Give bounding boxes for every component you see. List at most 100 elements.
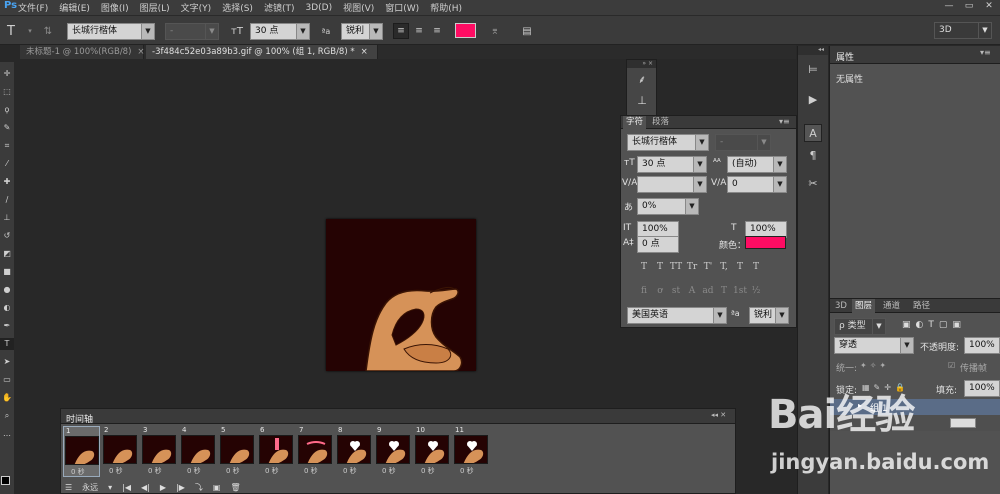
char-color-swatch[interactable] xyxy=(745,236,786,249)
timeline-frame[interactable]: 2 0 秒 xyxy=(102,426,139,477)
tab-gif-document[interactable]: -3f484c52e03a89b3.gif @ 100% (组 1, RGB/8… xyxy=(146,45,378,59)
tab-3d[interactable]: 3D xyxy=(832,299,850,313)
text-color-swatch[interactable] xyxy=(455,23,476,38)
char-language-select[interactable]: 美国英语 ▼ xyxy=(627,307,727,324)
contextual-alternates-button[interactable]: st xyxy=(668,286,684,296)
timeline-frame[interactable]: 1 0 秒 xyxy=(63,426,100,477)
panel-menu-icon[interactable]: ▾≡ xyxy=(980,48,991,57)
propagate-checkbox[interactable]: ☑ xyxy=(948,361,955,370)
eyedropper-tool-icon[interactable]: ⁄ xyxy=(0,158,14,170)
frame-delay[interactable]: 0 秒 xyxy=(343,466,357,476)
timeline-frame[interactable]: 8 0 秒 xyxy=(336,426,373,477)
frame-delay[interactable]: 0 秒 xyxy=(187,466,201,476)
char-tracking-select[interactable]: 0 ▼ xyxy=(727,176,787,193)
tab-layers[interactable]: 图层 xyxy=(852,299,876,313)
restore-button[interactable]: ▭ xyxy=(962,0,976,12)
tab-paths[interactable]: 路径 xyxy=(910,299,933,313)
document-image[interactable] xyxy=(326,219,476,371)
frame-delay[interactable]: 0 秒 xyxy=(460,466,474,476)
underline-button[interactable]: T xyxy=(732,262,748,272)
ordinals-button[interactable]: 1st xyxy=(732,286,748,296)
small-caps-button[interactable]: Tr xyxy=(684,262,700,272)
frame-delay[interactable]: 0 秒 xyxy=(148,466,162,476)
frame-delay[interactable]: 0 秒 xyxy=(109,466,123,476)
move-tool-icon[interactable]: ✛ xyxy=(0,68,14,80)
loop-arrow-icon[interactable]: ▾ xyxy=(108,483,112,492)
tween-button[interactable]: ⤵ xyxy=(195,482,203,493)
timeline-frame[interactable]: 9 0 秒 xyxy=(375,426,412,477)
superscript-button[interactable]: T' xyxy=(700,262,716,272)
swash-button[interactable]: A xyxy=(684,286,700,296)
subscript-button[interactable]: T, xyxy=(716,262,732,272)
align-left-icon[interactable]: ≡ xyxy=(393,23,409,39)
tool-preset-arrow-icon[interactable]: ▾ xyxy=(22,23,38,39)
history-brush-tool-icon[interactable]: ↺ xyxy=(0,230,14,242)
brush-tool-icon[interactable]: ∕ xyxy=(0,194,14,206)
close-icon[interactable]: × xyxy=(137,47,144,57)
eraser-tool-icon[interactable]: ◩ xyxy=(0,248,14,260)
marquee-tool-icon[interactable]: ⬚ xyxy=(0,86,14,98)
menu-edit[interactable]: 编辑(E) xyxy=(59,1,90,14)
timeline-frame[interactable]: 3 0 秒 xyxy=(141,426,178,477)
frame-delay[interactable]: 0 秒 xyxy=(226,466,240,476)
convert-timeline-icon[interactable]: ☰ xyxy=(65,483,72,492)
menu-image[interactable]: 图像(I) xyxy=(101,1,129,14)
menu-type[interactable]: 文字(Y) xyxy=(181,1,212,14)
opacity-input[interactable]: 100% xyxy=(964,337,1000,354)
layer-filter-select[interactable]: ρ 类型 ▼ xyxy=(834,318,886,335)
frame-delay[interactable]: 0 秒 xyxy=(304,466,318,476)
type-tool-preset-icon[interactable]: T xyxy=(3,23,19,39)
clone-stamp-tool-icon[interactable]: ⊥ xyxy=(0,212,14,224)
char-scale-select[interactable]: 0% ▼ xyxy=(637,198,699,215)
toggle-panels-icon[interactable]: ▤ xyxy=(519,23,535,39)
next-frame-button[interactable]: |▶ xyxy=(176,483,185,492)
font-size-select[interactable]: 30 点 ▼ xyxy=(250,23,310,40)
font-family-select[interactable]: 长城行楷体 ▼ xyxy=(67,23,155,40)
char-font-style-select[interactable]: - ▼ xyxy=(715,134,771,151)
timeline-frame[interactable]: 6 0 秒 xyxy=(258,426,295,477)
panel-menu-icon[interactable]: ▾≡ xyxy=(779,117,790,126)
char-antialias-select[interactable]: 锐利 ▼ xyxy=(749,307,789,324)
more-tools-icon[interactable]: … xyxy=(0,428,14,440)
blur-tool-icon[interactable]: ● xyxy=(0,284,14,296)
discretionary-ligatures-button[interactable]: ơ xyxy=(652,286,668,296)
char-leading-select[interactable]: (自动) ▼ xyxy=(727,156,787,173)
close-button[interactable]: ✕ xyxy=(982,0,996,12)
close-icon[interactable]: × xyxy=(361,47,368,57)
path-select-tool-icon[interactable]: ➤ xyxy=(0,356,14,368)
minimize-button[interactable]: — xyxy=(942,0,956,12)
menu-help[interactable]: 帮助(H) xyxy=(430,1,462,14)
layer-filter-icons[interactable]: ▣◐T▢▣ xyxy=(902,320,966,330)
history-panel-icon[interactable]: ⊨ xyxy=(804,60,822,78)
align-center-icon[interactable]: ≡ xyxy=(411,23,427,39)
align-right-icon[interactable]: ≡ xyxy=(429,23,445,39)
stylistic-alternates-button[interactable]: ad xyxy=(700,286,716,296)
tab-character[interactable]: 字符 xyxy=(623,116,647,129)
character-panel-icon[interactable]: A xyxy=(804,124,822,142)
frame-delay[interactable]: 0 秒 xyxy=(382,466,396,476)
fractions-button[interactable]: ½ xyxy=(748,286,764,296)
clone-source-icon[interactable]: ⊥ xyxy=(634,94,650,110)
shape-tool-icon[interactable]: ▭ xyxy=(0,374,14,386)
faux-italic-button[interactable]: T xyxy=(652,262,668,272)
antialias-select[interactable]: 锐利 ▼ xyxy=(341,23,383,40)
tab-paragraph[interactable]: 段落 xyxy=(649,116,672,129)
tab-untitled[interactable]: 未标题-1 @ 100%(RGB/8) × xyxy=(20,45,145,59)
play-button[interactable]: ▶ xyxy=(160,483,166,492)
char-kerning-select[interactable]: ▼ xyxy=(637,176,707,193)
tab-channels[interactable]: 通道 xyxy=(880,299,903,313)
delete-frame-button[interactable]: 🗑 xyxy=(230,483,240,492)
char-font-family-select[interactable]: 长城行楷体 ▼ xyxy=(627,134,709,151)
first-frame-button[interactable]: |◀ xyxy=(122,483,131,492)
hand-tool-icon[interactable]: ✋ xyxy=(0,392,14,404)
zoom-tool-icon[interactable]: ⌕ xyxy=(0,410,14,422)
brush-preset-icon[interactable]: ⸙ xyxy=(634,72,650,88)
quick-select-tool-icon[interactable]: ✎ xyxy=(0,122,14,134)
strikethrough-button[interactable]: T xyxy=(748,262,764,272)
char-font-size-select[interactable]: 30 点 ▼ xyxy=(637,156,707,173)
timeline-frame[interactable]: 5 0 秒 xyxy=(219,426,256,477)
healing-brush-tool-icon[interactable]: ✚ xyxy=(0,176,14,188)
blend-mode-select[interactable]: 穿透 ▼ xyxy=(834,337,914,354)
menu-3d[interactable]: 3D(D) xyxy=(305,3,332,13)
menu-file[interactable]: 文件(F) xyxy=(18,1,48,14)
